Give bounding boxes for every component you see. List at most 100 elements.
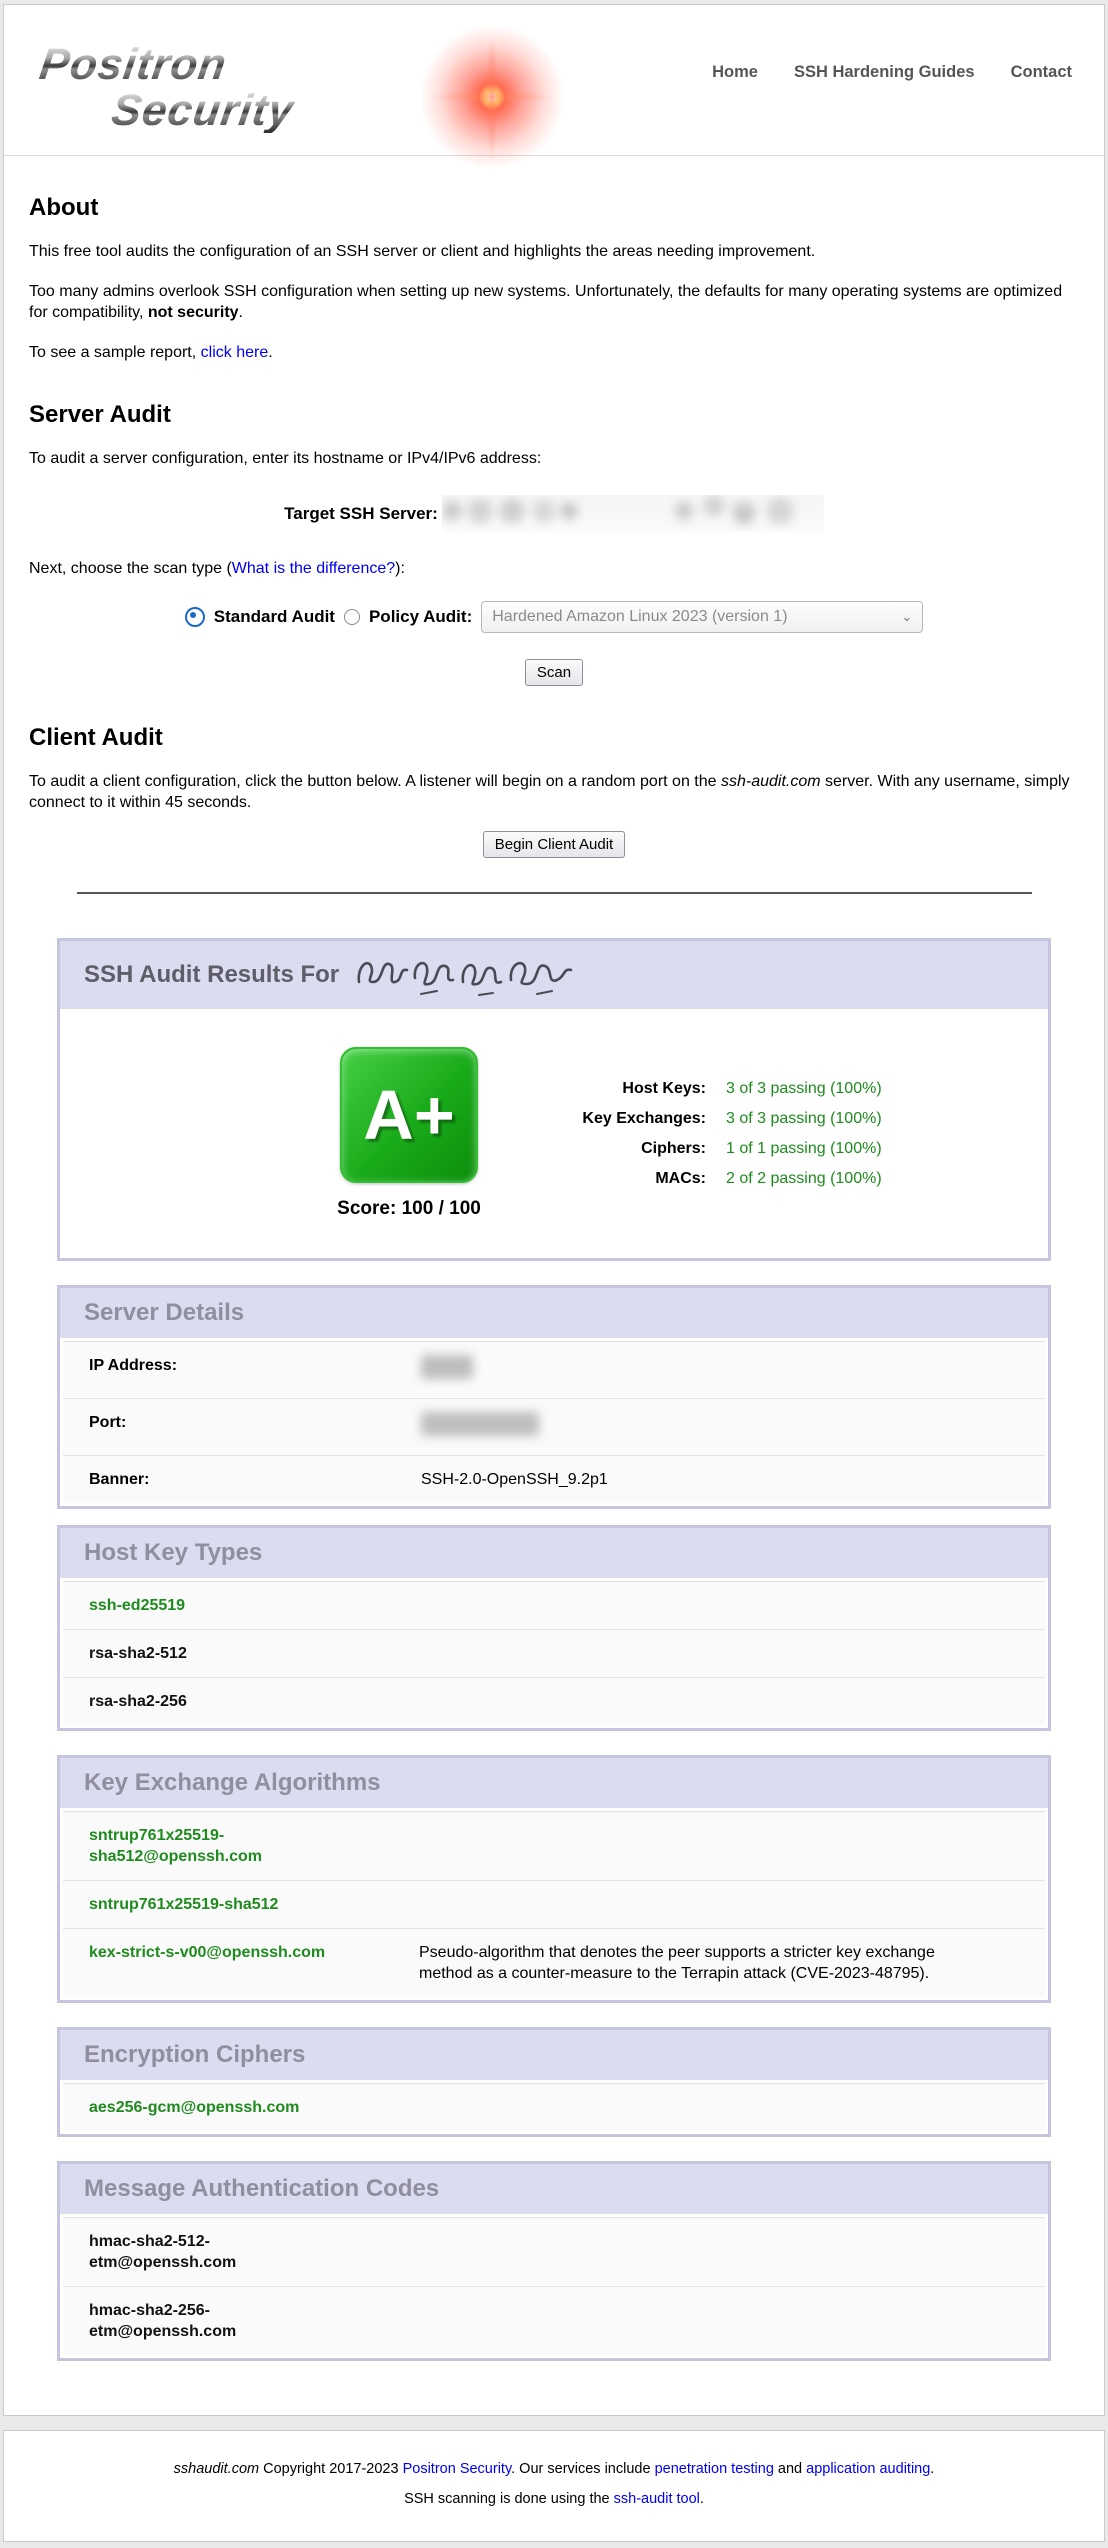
algorithm-note [419,1894,964,1915]
scan-button[interactable]: Scan [525,659,583,686]
algorithm-name-cell: kex-strict-s-v00@openssh.com [89,1942,419,1984]
results-panel-header: SSH Audit Results For [60,941,1048,1009]
main-content: Positron Security Home SSH Hardening Guid… [3,4,1105,2416]
summary-label: Host Keys: [556,1078,706,1099]
scan-type-line: Next, choose the scan type (What is the … [29,558,1079,579]
redacted-blur [421,1412,539,1436]
footer-line2: SSH scanning is done using the ssh-audit… [24,2491,1084,2507]
logo-text-line2: Security [109,89,297,133]
begin-client-audit-button[interactable]: Begin Client Audit [483,831,625,858]
server-detail-row: IP Address: [63,1341,1045,1398]
nav-link[interactable]: Contact [1011,63,1072,82]
host-key-row: rsa-sha2-256 [63,1677,1045,1725]
summary-label: Key Exchanges: [556,1108,706,1129]
summary-value: 1 of 1 passing (100%) [726,1138,882,1159]
mac-row: hmac-sha2-512-etm@openssh.com [63,2217,1045,2286]
mac-rows: hmac-sha2-512-etm@openssh.com hmac-sha2-… [60,2214,1048,2358]
site-header: Positron Security Home SSH Hardening Guid… [4,5,1104,156]
server-audit-intro: To audit a server configuration, enter i… [29,448,1079,469]
summary-value: 3 of 3 passing (100%) [726,1108,882,1129]
main-nav: Home SSH Hardening Guides Contact [712,63,1072,82]
algorithm-name: sntrup761x25519-sha512@openssh.com [89,1825,341,1867]
sample-report-link[interactable]: click here [201,344,269,361]
detail-value [421,1412,539,1442]
algorithm-name: kex-strict-s-v00@openssh.com [89,1942,325,1963]
key-exchange-row: sntrup761x25519-sha512 [63,1880,1045,1928]
server-detail-row: Port: [63,1398,1045,1455]
summary-label: MACs: [556,1168,706,1189]
target-server-input[interactable] [442,495,824,532]
summary-value: 3 of 3 passing (100%) [726,1078,882,1099]
about-heading: About [29,194,1079,222]
algorithm-name-cell: sntrup761x25519-sha512 [89,1894,419,1915]
encryption-ciphers-heading: Encryption Ciphers [60,2030,1048,2080]
footer-line1: sshaudit.com Copyright 2017-2023 Positro… [24,2461,1084,2477]
target-server-label: Target SSH Server: [284,504,438,524]
detail-label: Port: [89,1412,421,1442]
policy-select-value: Hardened Amazon Linux 2023 (version 1) [492,608,787,626]
macs-panel: Message Authentication Codes hmac-sha2-5… [57,2161,1051,2361]
chevron-down-icon: ⌄ [901,609,912,625]
difference-link[interactable]: What is the difference? [232,560,395,577]
scan-type-options: Standard Audit Policy Audit: Hardened Am… [4,601,1104,633]
grade-badge: A+ [340,1047,478,1183]
standard-audit-radio[interactable] [185,607,205,627]
about-paragraph-3: To see a sample report, click here. [29,342,1079,363]
logo[interactable]: Positron Security [34,41,594,151]
nav-link[interactable]: Home [712,63,758,82]
detail-label: IP Address: [89,1355,421,1385]
key-exchange-heading: Key Exchange Algorithms [60,1758,1048,1808]
scan-button-row: Scan [4,659,1104,686]
algorithm-note: Pseudo-algorithm that denotes the peer s… [419,1942,964,1984]
mac-row: hmac-sha2-256-etm@openssh.com [63,2286,1045,2355]
detail-value: SSH-2.0-OpenSSH_9.2p1 [421,1469,608,1490]
server-details-rows: IP Address: Port: Banner: SSH-2.0-OpenSS… [60,1338,1048,1506]
host-key-row: ssh-ed25519 [63,1581,1045,1629]
results-body: A+ Score: 100 / 100 Host Keys: 3 of 3 pa… [60,1009,1048,1258]
results-panel: SSH Audit Results For A+ Score: 100 / 10… [57,938,1051,1261]
site-footer: sshaudit.com Copyright 2017-2023 Positro… [3,2430,1105,2542]
key-exchange-row: kex-strict-s-v00@openssh.com Pseudo-algo… [63,1928,1045,1997]
server-details-panel: Server Details IP Address: Port: Banner: [57,1285,1051,1509]
algorithm-name: sntrup761x25519-sha512 [89,1894,278,1915]
score-label: Score: 100 / 100 [337,1198,481,1220]
algorithm-name: rsa-sha2-256 [89,1691,187,1712]
logo-text-line1: Positron [37,43,230,87]
algorithm-name: hmac-sha2-512-etm@openssh.com [89,2231,341,2273]
client-audit-paragraph: To audit a client configuration, click t… [29,771,1079,813]
cipher-rows: aes256-gcm@openssh.com [60,2080,1048,2134]
algorithm-name: hmac-sha2-256-etm@openssh.com [89,2300,341,2342]
target-server-row: Target SSH Server: [4,495,1104,532]
key-exchange-row: sntrup761x25519-sha512@openssh.com [63,1811,1045,1880]
page: Positron Security Home SSH Hardening Guid… [0,0,1108,2548]
client-audit-heading: Client Audit [29,724,1079,752]
redacted-blur [421,1355,473,1379]
host-key-types-heading: Host Key Types [60,1528,1048,1578]
algorithm-name-cell: sntrup761x25519-sha512@openssh.com [89,1825,419,1867]
grade-letter: A+ [363,1075,454,1155]
client-audit-button-row: Begin Client Audit [4,831,1104,858]
policy-audit-radio[interactable] [344,609,360,625]
penetration-testing-link[interactable]: penetration testing [655,2461,774,2477]
encryption-ciphers-panel: Encryption Ciphers aes256-gcm@openssh.co… [57,2027,1051,2137]
footer-site-name: sshaudit.com [174,2461,259,2477]
algorithm-note [419,1825,964,1867]
server-detail-row: Banner: SSH-2.0-OpenSSH_9.2p1 [63,1455,1045,1503]
about-paragraph-1: This free tool audits the configuration … [29,241,1079,262]
ssh-audit-tool-link[interactable]: ssh-audit tool [614,2491,700,2507]
redacted-blur [442,495,824,532]
algorithm-name: rsa-sha2-512 [89,1643,187,1664]
section-divider [77,892,1032,894]
nav-link[interactable]: SSH Hardening Guides [794,63,975,82]
application-auditing-link[interactable]: application auditing [806,2461,930,2477]
positron-security-link[interactable]: Positron Security [403,2461,512,2477]
policy-select[interactable]: Hardened Amazon Linux 2023 (version 1) ⌄ [481,601,923,633]
policy-audit-label: Policy Audit: [369,607,472,627]
red-starburst-icon [402,9,582,185]
summary-label: Ciphers: [556,1138,706,1159]
not-security-bold: not security [148,304,239,321]
ssh-audit-domain-italic: ssh-audit.com [721,773,821,790]
standard-audit-label: Standard Audit [214,607,335,627]
summary-value: 2 of 2 passing (100%) [726,1168,882,1189]
detail-label: Banner: [89,1469,421,1490]
